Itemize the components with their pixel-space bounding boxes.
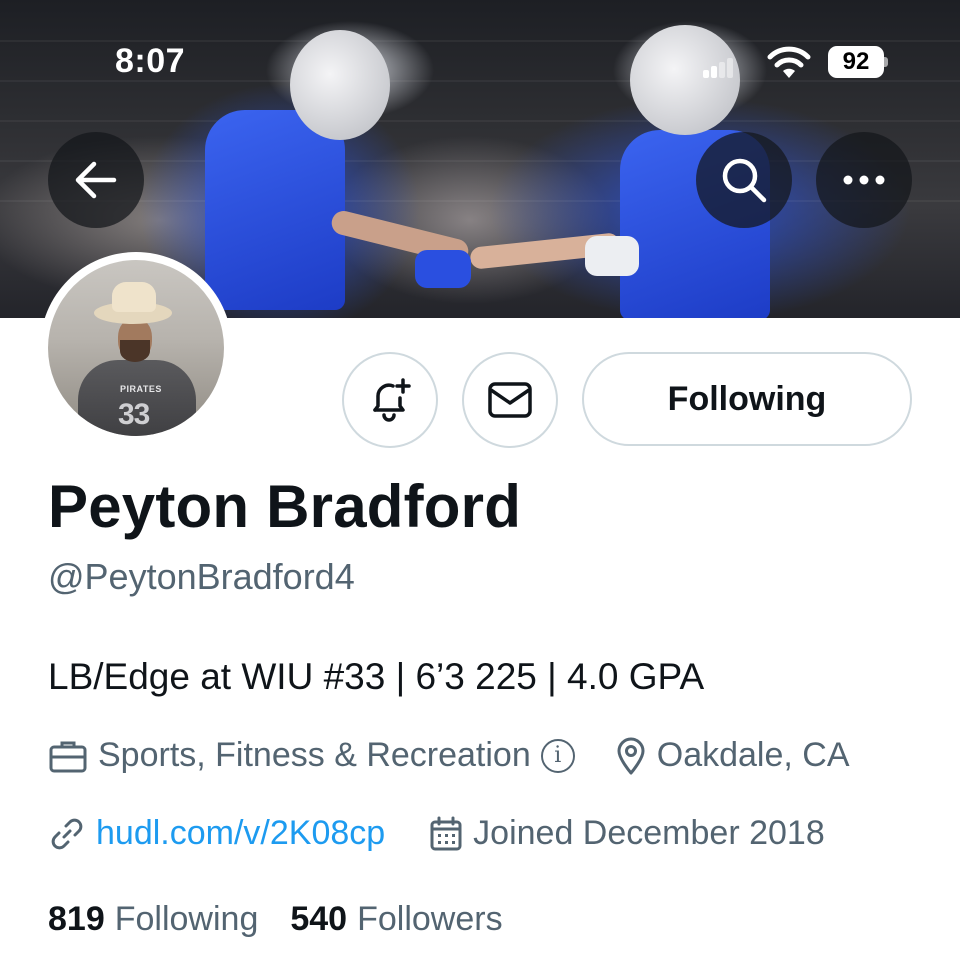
status-time: 8:07 — [115, 42, 186, 80]
profile-joined: Joined December 2018 — [429, 814, 825, 853]
followers-label: Followers — [357, 900, 503, 938]
link-icon — [51, 818, 83, 849]
search-icon — [722, 158, 767, 203]
profile-website[interactable]: hudl.com/v/2K08cp — [48, 814, 385, 853]
briefcase-icon — [49, 741, 87, 772]
search-button[interactable] — [696, 132, 792, 228]
location-pin-icon — [617, 737, 645, 774]
avatar-team-text: PIRATES — [120, 384, 162, 394]
profile-location-text: Oakdale, CA — [656, 736, 850, 774]
banner-helmet-right — [630, 25, 740, 135]
profile-category-text: Sports, Fitness & Recreation — [98, 736, 531, 774]
arrow-left-icon — [75, 161, 117, 199]
more-button[interactable] — [816, 132, 912, 228]
following-button[interactable]: Following — [582, 352, 912, 446]
back-button[interactable] — [48, 132, 144, 228]
calendar-icon — [430, 816, 462, 850]
battery-icon: 92 — [828, 46, 888, 78]
profile-name: Peyton Bradford — [48, 473, 522, 540]
profile-website-link[interactable]: hudl.com/v/2K08cp — [96, 814, 385, 853]
info-icon[interactable]: i — [540, 738, 575, 773]
envelope-icon — [488, 382, 532, 418]
wifi-icon — [767, 46, 811, 78]
profile-bio: LB/Edge at WIU #33 | 6’3 225 | 4.0 GPA — [48, 656, 705, 697]
avatar-photo: PIRATES 33 — [48, 260, 224, 436]
banner-player-left — [205, 110, 345, 310]
avatar[interactable]: PIRATES 33 — [40, 252, 232, 444]
profile-handle: @PeytonBradford4 — [48, 556, 355, 597]
notifications-button[interactable] — [342, 352, 438, 448]
profile-stats: 819 Following 540 Followers — [48, 900, 503, 939]
following-stat[interactable]: 819 Following — [48, 900, 258, 939]
profile-meta-row-2: hudl.com/v/2K08cp Joined December 2018 — [48, 814, 825, 853]
followers-stat[interactable]: 540 Followers — [290, 900, 502, 939]
followers-count: 540 — [290, 900, 348, 938]
message-button[interactable] — [462, 352, 558, 448]
cellular-signal-icon — [703, 58, 733, 78]
more-horizontal-icon — [843, 175, 885, 185]
banner-glove-blue — [415, 250, 471, 288]
profile-category: Sports, Fitness & Recreation i — [48, 736, 575, 775]
battery-level: 92 — [828, 46, 884, 78]
following-count: 819 — [48, 900, 105, 938]
following-label: Following — [114, 900, 259, 938]
bell-plus-icon — [373, 378, 411, 422]
profile-meta-row-1: Sports, Fitness & Recreation i Oakdale, … — [48, 736, 850, 775]
banner-helmet-left — [290, 30, 390, 140]
profile-location: Oakdale, CA — [615, 736, 850, 775]
banner-glove-white — [585, 236, 639, 276]
avatar-jersey-number: 33 — [118, 398, 150, 431]
profile-joined-text: Joined December 2018 — [473, 814, 825, 852]
